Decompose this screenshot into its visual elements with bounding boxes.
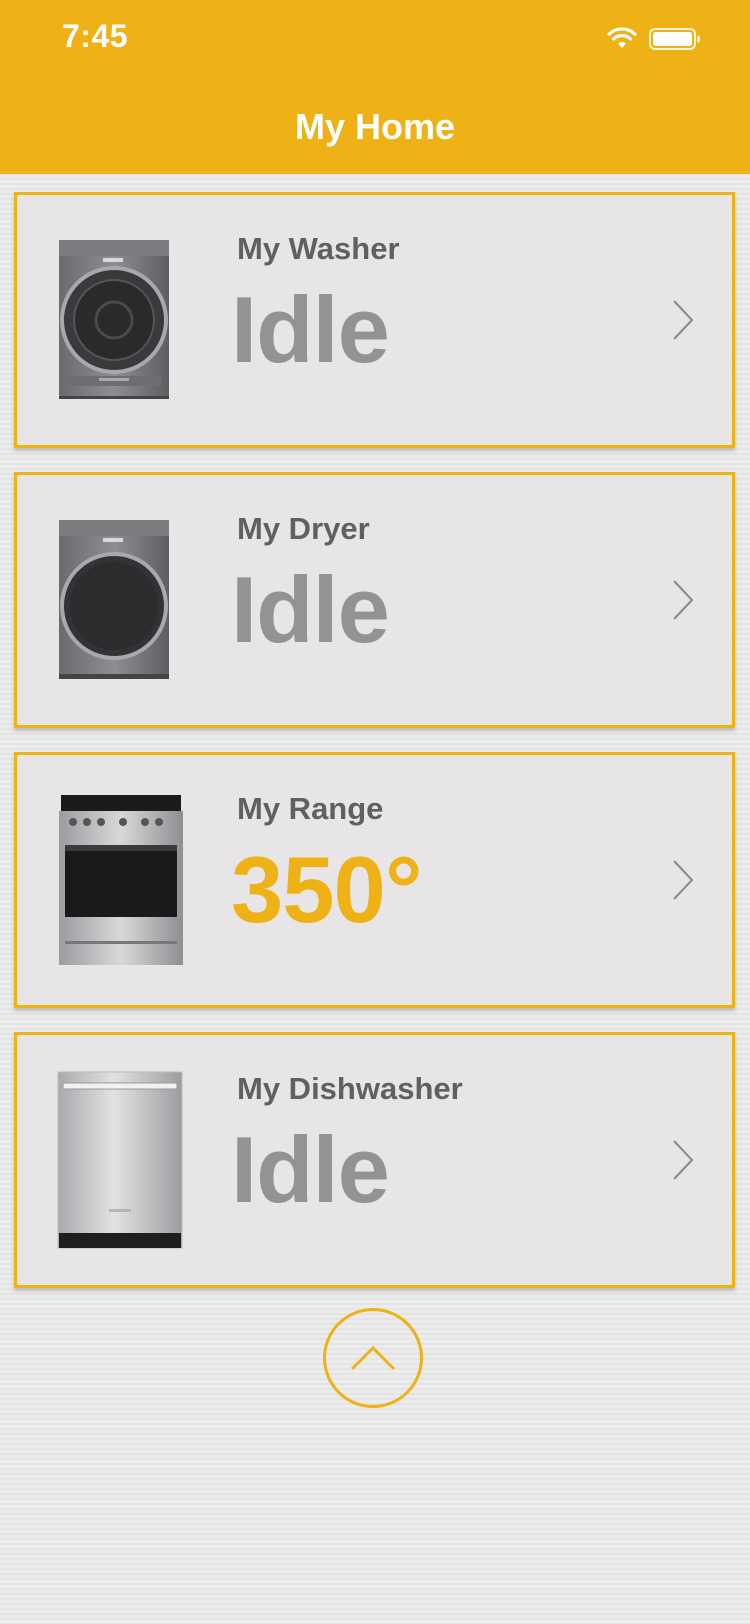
chevron-right-icon: [673, 860, 694, 900]
appliance-status: Idle: [231, 557, 390, 662]
wifi-icon: [607, 27, 637, 48]
appliance-status: Idle: [231, 277, 390, 382]
appliance-card-dryer[interactable]: My Dryer Idle: [14, 472, 735, 728]
appliance-name: My Dishwasher: [237, 1071, 463, 1106]
appliance-status: 350°: [231, 837, 422, 942]
washer-image: [59, 240, 169, 399]
appliance-status: Idle: [231, 1117, 390, 1222]
appliance-name: My Range: [237, 791, 384, 826]
appliance-card-range[interactable]: My Range 350°: [14, 752, 735, 1008]
range-image: [59, 795, 183, 965]
dishwasher-image: [57, 1071, 183, 1249]
appliance-name: My Dryer: [237, 511, 370, 546]
chevron-up-icon: [350, 1345, 396, 1371]
appliance-card-washer[interactable]: My Washer Idle: [14, 192, 735, 448]
app-header: 7:45 My Home: [0, 0, 750, 174]
collapse-button[interactable]: [323, 1308, 423, 1408]
battery-icon: [649, 28, 700, 50]
chevron-right-icon: [673, 1140, 694, 1180]
page-title: My Home: [294, 106, 456, 147]
chevron-right-icon: [673, 580, 694, 620]
appliance-name: My Washer: [237, 231, 400, 266]
dryer-image: [59, 520, 169, 679]
status-time: 7:45: [62, 18, 129, 54]
chevron-right-icon: [673, 300, 694, 340]
appliance-card-dishwasher[interactable]: My Dishwasher Idle: [14, 1032, 735, 1288]
